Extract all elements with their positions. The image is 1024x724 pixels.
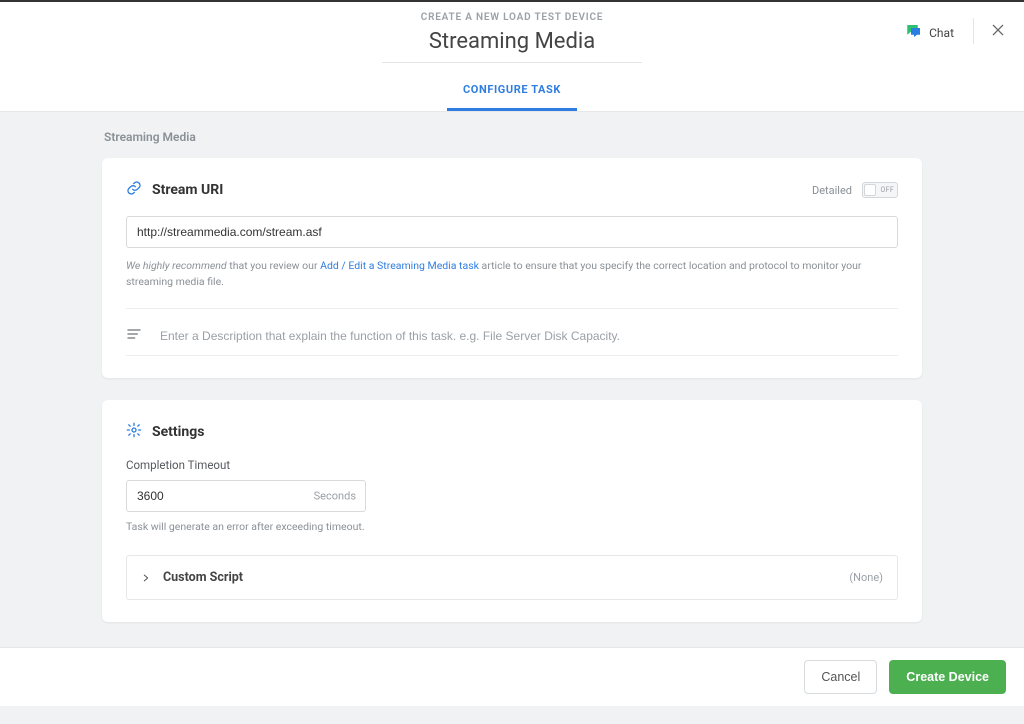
create-device-button[interactable]: Create Device <box>889 660 1006 694</box>
toggle-state-text: OFF <box>881 186 894 194</box>
gear-icon <box>126 422 142 442</box>
timeout-label: Completion Timeout <box>126 458 898 472</box>
timeout-unit: Seconds <box>314 489 356 502</box>
chevron-right-icon <box>141 568 151 587</box>
tab-configure-task[interactable]: CONFIGURE TASK <box>447 73 577 111</box>
divider-line <box>126 308 898 309</box>
custom-script-expander[interactable]: Custom Script (None) <box>126 555 898 600</box>
timeout-help: Task will generate an error after exceed… <box>126 520 898 533</box>
cancel-button[interactable]: Cancel <box>804 660 877 694</box>
stream-uri-card: Stream URI Detailed OFF We highly recomm… <box>102 158 922 378</box>
description-icon <box>126 326 142 346</box>
super-title: CREATE A NEW LOAD TEST DEVICE <box>0 12 1024 23</box>
custom-script-status: (None) <box>849 571 883 584</box>
breadcrumb: Streaming Media <box>102 130 922 144</box>
hint-emphasis: We highly recommend <box>126 259 227 272</box>
link-icon <box>126 180 142 200</box>
toggle-knob <box>864 184 876 196</box>
description-input[interactable] <box>160 323 898 349</box>
detailed-toggle[interactable]: OFF <box>862 182 898 198</box>
hint-link[interactable]: Add / Edit a Streaming Media task <box>320 259 479 272</box>
hint-mid: that you review our <box>227 259 320 272</box>
detailed-label: Detailed <box>812 184 852 197</box>
settings-title: Settings <box>152 424 204 440</box>
page-title: Streaming Media <box>0 29 1024 73</box>
stream-uri-input[interactable] <box>126 216 898 248</box>
stream-uri-hint: We highly recommend that you review our … <box>126 258 898 290</box>
footer-bar: Cancel Create Device <box>0 647 1024 706</box>
stream-uri-title: Stream URI <box>152 182 223 198</box>
custom-script-title: Custom Script <box>163 570 243 585</box>
settings-card: Settings Completion Timeout Seconds Task… <box>102 400 922 622</box>
